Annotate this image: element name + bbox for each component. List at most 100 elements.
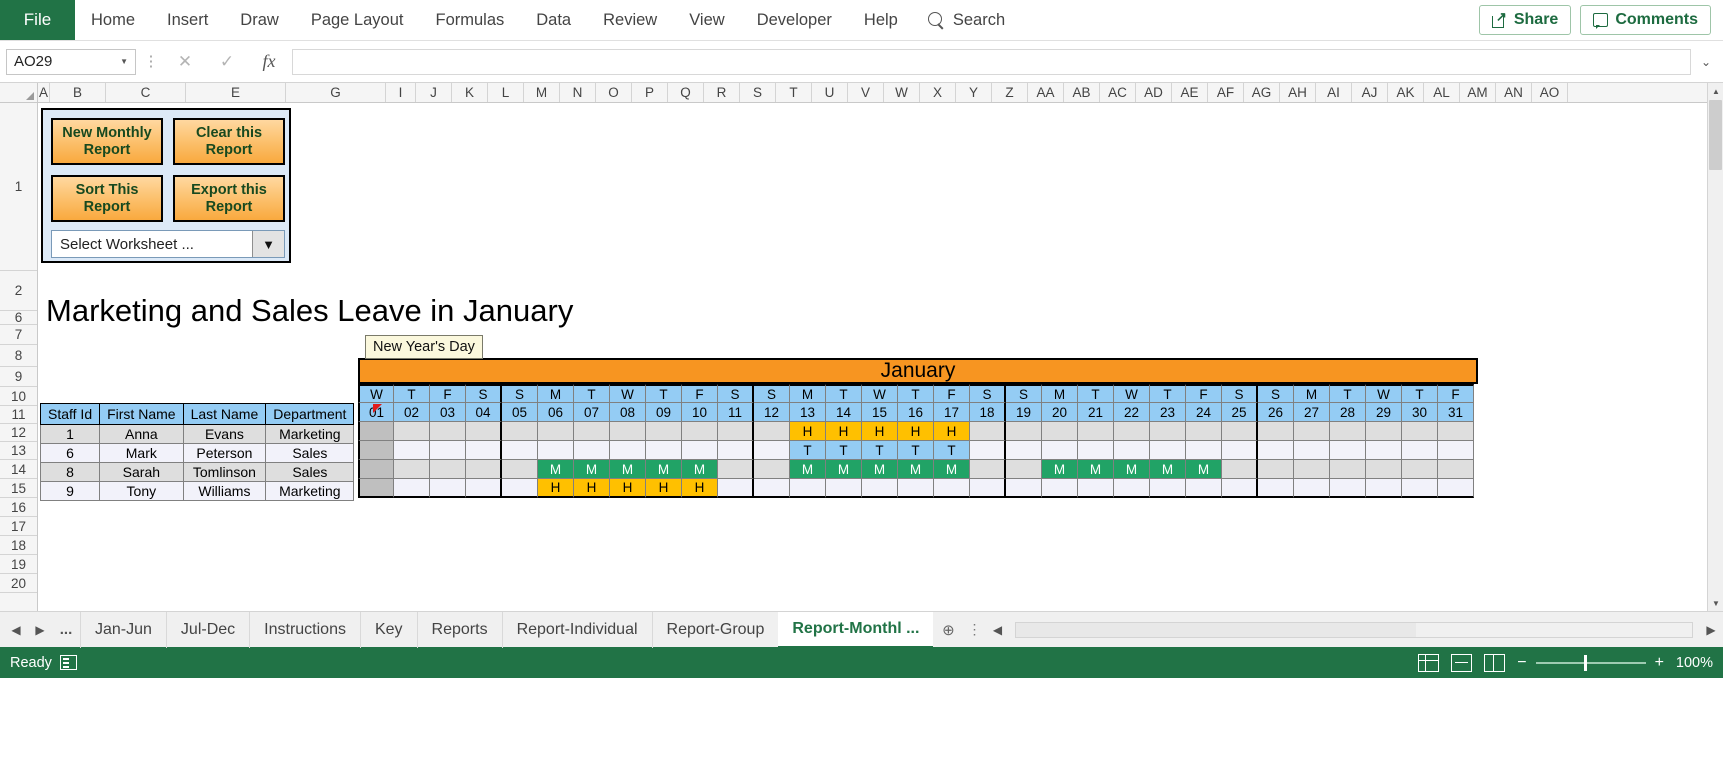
column-header-K[interactable]: K [452, 83, 488, 102]
vertical-scroll-thumb[interactable] [1709, 100, 1722, 170]
comments-button[interactable]: Comments [1580, 5, 1711, 35]
tab-help[interactable]: Help [848, 0, 914, 40]
column-header-A[interactable]: A [38, 83, 50, 102]
column-header-AN[interactable]: AN [1496, 83, 1532, 102]
sheet-tab-instructions[interactable]: Instructions [249, 611, 360, 648]
sheet-tab-report-individual[interactable]: Report-Individual [501, 611, 652, 648]
tab-review[interactable]: Review [587, 0, 673, 40]
column-header-Y[interactable]: Y [956, 83, 992, 102]
column-header-AI[interactable]: AI [1316, 83, 1352, 102]
column-header-AG[interactable]: AG [1244, 83, 1280, 102]
column-header-AE[interactable]: AE [1172, 83, 1208, 102]
column-header-E[interactable]: E [186, 83, 286, 102]
new-monthly-report-button[interactable]: New Monthly Report [51, 118, 163, 165]
column-header-T[interactable]: T [776, 83, 812, 102]
hscroll-right-icon[interactable]: ▶ [1699, 623, 1723, 637]
row-header-11[interactable]: 11 [0, 406, 37, 424]
row-header-15[interactable]: 15 [0, 479, 37, 498]
column-header-B[interactable]: B [50, 83, 106, 102]
tab-draw[interactable]: Draw [224, 0, 295, 40]
row-header-13[interactable]: 13 [0, 442, 37, 460]
zoom-track[interactable] [1535, 654, 1646, 671]
column-header-AD[interactable]: AD [1136, 83, 1172, 102]
column-header-G[interactable]: G [286, 83, 386, 102]
search-input[interactable]: Search [914, 0, 1019, 40]
tab-page-layout[interactable]: Page Layout [295, 0, 420, 40]
column-header-S[interactable]: S [740, 83, 776, 102]
column-header-AB[interactable]: AB [1064, 83, 1100, 102]
row-header-19[interactable]: 19 [0, 555, 37, 574]
column-header-V[interactable]: V [848, 83, 884, 102]
column-header-AL[interactable]: AL [1424, 83, 1460, 102]
column-header-Q[interactable]: Q [668, 83, 704, 102]
prev-sheet-icon[interactable]: ◀ [4, 623, 28, 637]
scroll-down-icon[interactable]: ▼ [1708, 595, 1723, 611]
sheet-tab-jan-jun[interactable]: Jan-Jun [80, 611, 166, 648]
column-header-X[interactable]: X [920, 83, 956, 102]
cancel-icon[interactable]: ✕ [166, 49, 204, 75]
table-row[interactable]: 8 Sarah Tomlinson Sales [39, 462, 355, 482]
column-header-J[interactable]: J [416, 83, 452, 102]
row-header-17[interactable]: 17 [0, 517, 37, 536]
vertical-scrollbar[interactable]: ▲ ▼ [1707, 83, 1723, 611]
zoom-level[interactable]: 100% [1676, 655, 1713, 671]
row-header-12[interactable]: 12 [0, 424, 37, 442]
row-header-18[interactable]: 18 [0, 536, 37, 555]
share-button[interactable]: Share [1478, 5, 1572, 35]
formula-bar-kebab-icon[interactable]: ⋮ [140, 54, 162, 69]
sheet-tab-jul-dec[interactable]: Jul-Dec [165, 611, 249, 648]
row-header-10[interactable]: 10 [0, 387, 37, 406]
column-header-W[interactable]: W [884, 83, 920, 102]
column-header-AM[interactable]: AM [1460, 83, 1496, 102]
column-header-AA[interactable]: AA [1028, 83, 1064, 102]
sheet-tab-report-monthl[interactable]: Report-Monthl ... [778, 611, 934, 648]
tab-developer[interactable]: Developer [741, 0, 848, 40]
zoom-knob[interactable] [1583, 654, 1587, 671]
column-header-AK[interactable]: AK [1388, 83, 1424, 102]
column-header-AF[interactable]: AF [1208, 83, 1244, 102]
row-header-1[interactable]: 1 [0, 103, 37, 271]
row-header-20[interactable]: 20 [0, 574, 37, 593]
confirm-icon[interactable]: ✓ [208, 49, 246, 75]
tab-view[interactable]: View [673, 0, 740, 40]
column-header-Z[interactable]: Z [992, 83, 1028, 102]
column-header-I[interactable]: I [386, 83, 416, 102]
table-row[interactable]: 9 Tony Williams Marketing [39, 481, 355, 501]
row-header-9[interactable]: 9 [0, 367, 37, 387]
row-header-6[interactable]: 6 [0, 310, 37, 325]
formula-input[interactable] [292, 48, 1691, 75]
clear-this-report-button[interactable]: Clear this Report [173, 118, 285, 165]
sheet-tab-key[interactable]: Key [359, 611, 417, 648]
column-header-R[interactable]: R [704, 83, 740, 102]
tab-home[interactable]: Home [75, 0, 151, 40]
sort-this-report-button[interactable]: Sort This Report [51, 175, 163, 222]
column-header-N[interactable]: N [560, 83, 596, 102]
accessibility-icon[interactable] [59, 655, 77, 670]
tab-data[interactable]: Data [520, 0, 587, 40]
row-header-16[interactable]: 16 [0, 498, 37, 517]
zoom-out-button[interactable]: − [1517, 654, 1526, 672]
tab-formulas[interactable]: Formulas [419, 0, 520, 40]
row-header-14[interactable]: 14 [0, 460, 37, 479]
fx-icon[interactable]: fx [250, 49, 288, 75]
column-header-AJ[interactable]: AJ [1352, 83, 1388, 102]
select-all-corner[interactable] [0, 83, 38, 102]
column-header-AC[interactable]: AC [1100, 83, 1136, 102]
next-sheet-icon[interactable]: ▶ [28, 623, 52, 637]
sheet-tab-reports[interactable]: Reports [416, 611, 502, 648]
tab-file[interactable]: File [0, 0, 75, 40]
export-this-report-button[interactable]: Export this Report [173, 175, 285, 222]
sheet-canvas[interactable]: New Monthly Report Clear this Report Sor… [38, 103, 1707, 611]
zoom-slider[interactable]: − + [1517, 654, 1664, 672]
page-layout-icon[interactable] [1451, 653, 1473, 672]
column-header-P[interactable]: P [632, 83, 668, 102]
hscroll-left-icon[interactable]: ◀ [985, 623, 1009, 637]
sheet-overflow-icon[interactable]: ... [52, 621, 80, 638]
zoom-in-button[interactable]: + [1655, 654, 1664, 672]
row-header-7[interactable]: 7 [0, 325, 37, 345]
name-box[interactable]: AO29 ▼ [6, 48, 136, 75]
page-break-icon[interactable] [1484, 653, 1506, 672]
column-header-AO[interactable]: AO [1532, 83, 1568, 102]
column-header-C[interactable]: C [106, 83, 186, 102]
column-header-M[interactable]: M [524, 83, 560, 102]
